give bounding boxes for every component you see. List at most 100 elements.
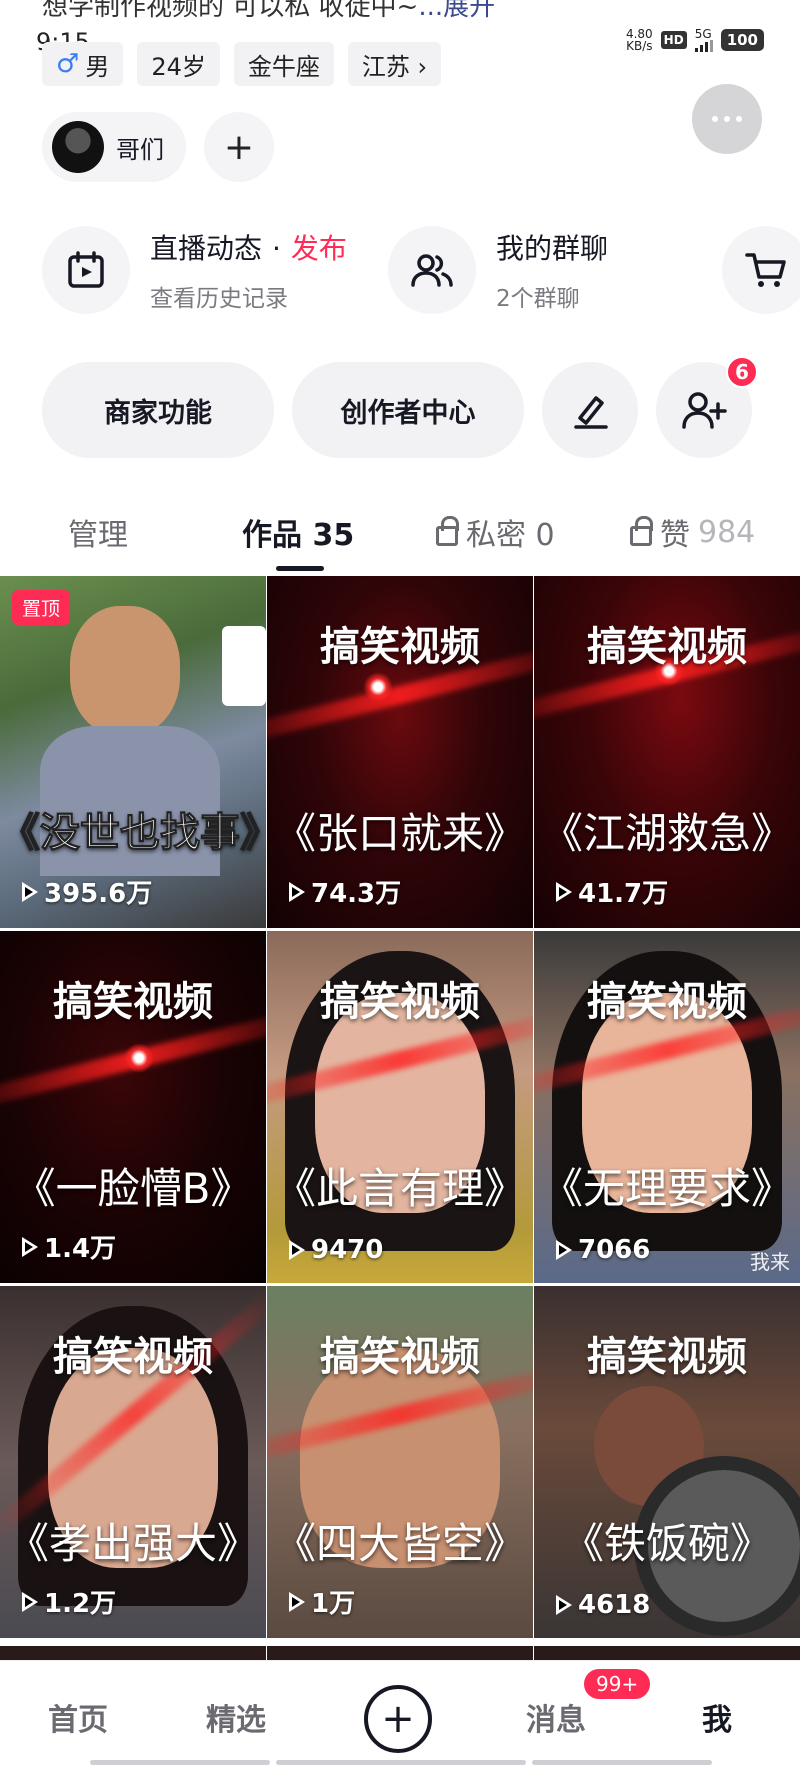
speed-unit: KB/s <box>626 39 653 53</box>
play-icon <box>556 1240 572 1260</box>
tab-private[interactable]: 私密 0 <box>436 510 555 554</box>
bio-text[interactable]: 想学制作视频的 可以私 收徒中~...展开 <box>42 0 495 23</box>
view-count-value: 74.3万 <box>311 879 402 909</box>
calendar-icon <box>42 226 130 314</box>
nav-home[interactable]: 首页 <box>48 1695 108 1739</box>
flare-effect <box>363 672 393 702</box>
creator-center-button[interactable]: 创作者中心 <box>292 362 524 458</box>
nav-featured[interactable]: 精选 <box>206 1695 266 1739</box>
view-count: 7066 <box>556 1235 650 1265</box>
view-count: 395.6万 <box>22 873 152 910</box>
edit-profile-button[interactable] <box>542 362 638 458</box>
add-friend-requests-button[interactable]: 6 <box>656 356 758 458</box>
play-icon <box>556 881 572 902</box>
likes-label: 赞 <box>660 518 690 553</box>
bottom-nav: 首页 精选 + 消息 99+ 我 <box>0 1660 800 1769</box>
feature-row: 直播动态 · 发布 查看历史记录 我的群聊 2个群聊 <box>42 226 800 322</box>
video-category: 搞笑视频 <box>53 979 213 1025</box>
live-activity-entry[interactable]: 直播动态 · 发布 查看历史记录 <box>42 226 347 314</box>
gender-tag: ♂ 男 <box>42 42 124 86</box>
view-count-value: 1.2万 <box>44 1589 117 1619</box>
video-title: 《此言有理》 <box>273 1164 526 1213</box>
active-tab-indicator <box>276 566 324 571</box>
group-count: 2个群聊 <box>496 286 580 312</box>
video-thumbnail[interactable]: 搞笑视频 《无理要求》 7066 我来 <box>534 931 800 1283</box>
view-count-value: 41.7万 <box>578 879 669 909</box>
play-icon <box>22 1236 38 1257</box>
pinned-badge: 置顶 <box>12 590 71 625</box>
history-link[interactable]: 查看历史记录 <box>150 279 347 313</box>
tab-likes[interactable]: 赞 984 <box>630 510 755 554</box>
tab-manage[interactable]: 管理 <box>68 510 128 554</box>
nav-me[interactable]: 我 <box>702 1695 732 1739</box>
content-tabs: 管理 作品 35 私密 0 赞 984 <box>0 500 800 571</box>
group-title: 我的群聊 <box>496 232 609 265</box>
more-dot-icon <box>712 116 718 122</box>
age-tag: 24岁 <box>137 42 220 86</box>
video-thumbnail[interactable]: 搞笑视频 《四大皆空》 1万 <box>267 1286 533 1638</box>
group-chat-entry[interactable]: 我的群聊 2个群聊 <box>388 226 608 314</box>
play-icon <box>22 1591 38 1612</box>
bio-content: 想学制作视频的 可以私 收徒中~ <box>42 0 419 22</box>
network-speed: 4.80 KB/s <box>626 28 653 52</box>
signal-icon: 5G <box>694 28 713 52</box>
action-buttons: 商家功能 创作者中心 6 <box>42 356 758 458</box>
sticker-image <box>222 626 266 706</box>
tab-works[interactable]: 作品 35 <box>242 510 354 554</box>
video-title: 《一脸懵B》 <box>13 1164 253 1213</box>
likes-count: 984 <box>698 514 756 550</box>
video-thumbnail[interactable]: 搞笑视频 《江湖救急》 41.7万 <box>534 576 800 928</box>
play-icon <box>289 1240 305 1260</box>
pencil-icon <box>574 396 608 429</box>
view-count-value: 7066 <box>578 1235 651 1265</box>
location-tag[interactable]: 江苏 › <box>347 42 442 86</box>
view-count-value: 1.4万 <box>44 1234 117 1264</box>
friend-chip[interactable]: 哥们 <box>42 112 186 182</box>
video-title: 《孝出强大》 <box>6 1519 259 1568</box>
add-friend-button[interactable]: + <box>204 112 274 182</box>
play-icon <box>22 881 38 902</box>
video-title: 《江湖救急》 <box>540 809 793 858</box>
view-count: 4618 <box>556 1590 650 1620</box>
notification-badge: 6 <box>726 356 758 388</box>
hd-icon: HD <box>660 31 687 49</box>
friend-name: 哥们 <box>116 135 164 164</box>
view-count: 9470 <box>289 1235 383 1265</box>
more-dot-icon <box>724 116 730 122</box>
gesture-bar <box>276 1760 526 1765</box>
video-thumbnail[interactable]: 搞笑视频 《张口就来》 74.3万 <box>267 576 533 928</box>
video-thumbnail[interactable]: 搞笑视频 《一脸懵B》 1.4万 <box>0 931 266 1283</box>
merchant-button[interactable]: 商家功能 <box>42 362 274 458</box>
video-thumbnail[interactable]: 搞笑视频 《此言有理》 9470 <box>267 931 533 1283</box>
private-label: 私密 0 <box>466 518 555 553</box>
view-count-value: 1万 <box>311 1589 356 1619</box>
video-category: 搞笑视频 <box>320 979 480 1025</box>
status-icons: 4.80 KB/s HD 5G 100 <box>626 28 764 52</box>
live-title: 直播动态 <box>150 232 263 265</box>
shop-entry[interactable] <box>722 226 800 314</box>
messages-badge: 99+ <box>582 1667 653 1701</box>
cart-icon <box>722 226 800 314</box>
expand-link[interactable]: ...展开 <box>418 0 495 22</box>
publish-link[interactable]: 发布 <box>291 232 347 265</box>
view-count: 41.7万 <box>556 873 668 910</box>
video-category: 搞笑视频 <box>53 1334 213 1380</box>
video-thumbnail[interactable]: 置顶 《没世也找事》 395.6万 <box>0 576 266 928</box>
more-options-button[interactable] <box>692 84 762 154</box>
play-icon <box>556 1595 572 1615</box>
video-thumbnail[interactable]: 搞笑视频 《铁饭碗》 4618 <box>534 1286 800 1638</box>
gesture-bar <box>532 1760 712 1765</box>
more-dot-icon <box>736 116 742 122</box>
play-icon <box>289 1591 305 1612</box>
view-count-value: 4618 <box>578 1590 651 1620</box>
gender-label: 男 <box>85 52 110 81</box>
view-count: 1万 <box>289 1583 355 1620</box>
male-icon: ♂ <box>56 49 80 79</box>
nav-messages[interactable]: 消息 <box>526 1695 586 1739</box>
video-category: 搞笑视频 <box>320 624 480 670</box>
video-thumbnail[interactable]: 搞笑视频 《孝出强大》 1.2万 <box>0 1286 266 1638</box>
create-button[interactable]: + <box>364 1685 432 1753</box>
video-grid: 置顶 《没世也找事》 395.6万 搞笑视频 《张口就来》 74.3万 搞笑视频… <box>0 576 800 1638</box>
video-category: 搞笑视频 <box>587 624 747 670</box>
zodiac-tag: 金牛座 <box>233 42 334 86</box>
